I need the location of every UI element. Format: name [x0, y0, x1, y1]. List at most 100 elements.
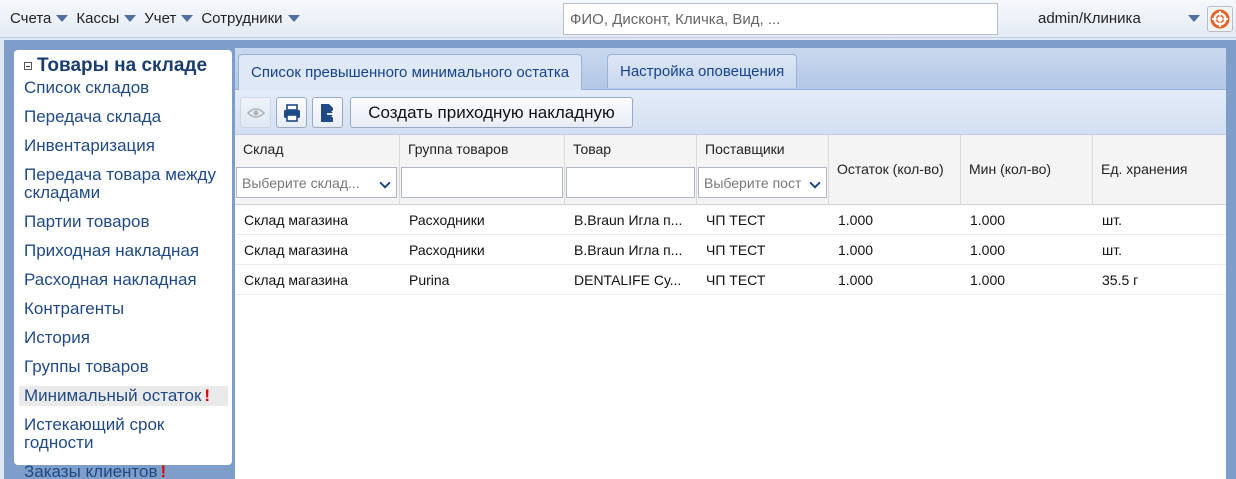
cell-min: 1.000	[970, 212, 1006, 228]
sidebar-item-label: Расходная накладная	[24, 270, 197, 289]
cell-balance: 1.000	[838, 242, 874, 258]
sidebar-item-counterparties[interactable]: Контрагенты	[14, 299, 232, 319]
view-button[interactable]	[240, 97, 271, 128]
export-button[interactable]	[312, 97, 343, 128]
printer-icon	[283, 103, 300, 122]
column-label: Поставщики	[705, 141, 785, 157]
help-button[interactable]	[1207, 6, 1233, 32]
cell-product: DENTALIFE Су...	[574, 272, 682, 288]
menu-accounting[interactable]: Учет	[144, 10, 194, 27]
sidebar-item-label: Инвентаризация	[24, 136, 155, 155]
filter-placeholder: Выберите пост	[704, 174, 802, 191]
column-min[interactable]: Мин (кол-во)	[961, 135, 1093, 205]
chevron-down-icon	[809, 177, 821, 189]
cell-unit: 35.5 г	[1102, 272, 1139, 288]
search-input[interactable]	[563, 3, 998, 35]
sidebar-item-goods-groups[interactable]: Группы товаров	[14, 357, 232, 377]
sidebar-item-label: Партии товаров	[24, 212, 150, 231]
cell-goods-group: Purina	[409, 272, 450, 288]
sidebar-item-batches[interactable]: Партии товаров	[14, 212, 232, 232]
cell-balance: 1.000	[838, 212, 874, 228]
print-button[interactable]	[276, 97, 307, 128]
cell-warehouse: Склад магазина	[244, 212, 349, 228]
sidebar-item-label: Список складов	[24, 78, 150, 97]
cell-warehouse: Склад магазина	[244, 272, 349, 288]
table-row[interactable]: Склад магазина Purina DENTALIFE Су... ЧП…	[235, 265, 1226, 295]
tab-min-stock-list[interactable]: Список превышенного минимального остатка	[238, 54, 583, 90]
column-label: Ед. хранения	[1101, 161, 1188, 177]
column-goods-group[interactable]: Группа товаров	[400, 135, 565, 205]
tab-label: Настройка оповещения	[620, 63, 785, 80]
sidebar-item-history[interactable]: История	[14, 328, 232, 348]
lifebuoy-icon	[1210, 9, 1230, 29]
sidebar-item-label: Заказы клиентов	[24, 462, 158, 479]
user-menu-chevron-icon[interactable]	[1188, 15, 1200, 22]
column-label: Остаток (кол-во)	[837, 161, 944, 177]
sidebar-item-label: Передача склада	[24, 107, 162, 126]
sidebar-item-expiring[interactable]: Истекающий срок годности	[14, 415, 232, 453]
cell-goods-group: Расходники	[409, 212, 485, 228]
sidebar-item-label: История	[24, 328, 90, 347]
user-menu[interactable]: admin/Клиника	[1038, 10, 1141, 27]
chevron-down-icon	[56, 15, 69, 22]
sidebar-item-label: Приходная накладная	[24, 241, 200, 260]
sidebar-item-inventory[interactable]: Инвентаризация	[14, 136, 232, 156]
chevron-down-icon	[287, 15, 300, 22]
tab-notification-settings[interactable]: Настройка оповещения	[607, 54, 798, 88]
cell-supplier: ЧП ТЕСТ	[706, 212, 766, 228]
cell-unit: шт.	[1102, 212, 1122, 228]
grid-header: Склад Выберите склад... Группа товаров Т…	[235, 135, 1226, 205]
sidebar-item-label: Минимальный остаток	[24, 386, 202, 405]
sidebar-item-label: Истекающий срок годности	[24, 415, 165, 452]
menu-label: Учет	[144, 10, 177, 27]
sidebar: Товары на складе Список складов Передача…	[14, 50, 232, 479]
menu-accounts[interactable]: Счета	[10, 10, 69, 27]
sidebar-item-label: Контрагенты	[24, 299, 125, 318]
cell-balance: 1.000	[838, 272, 874, 288]
chevron-down-icon	[379, 177, 391, 189]
column-product[interactable]: Товар	[565, 135, 697, 205]
sidebar-item-goods-transfer[interactable]: Передача товара между складами	[14, 165, 232, 203]
menu-cash[interactable]: Кассы	[76, 10, 137, 27]
sidebar-item-label: Передача товара между складами	[24, 165, 216, 202]
main-menu: Счета Кассы Учет Сотрудники	[10, 10, 300, 27]
eye-icon	[246, 107, 265, 118]
create-receipt-invoice-button[interactable]: Создать приходную накладную	[350, 97, 633, 128]
sidebar-item-warehouse-transfer[interactable]: Передача склада	[14, 107, 232, 127]
cell-supplier: ЧП ТЕСТ	[706, 272, 766, 288]
warehouse-filter-select[interactable]: Выберите склад...	[236, 167, 397, 198]
chevron-down-icon	[124, 15, 137, 22]
tab-strip: Список превышенного минимального остатка…	[235, 48, 1226, 90]
cell-goods-group: Расходники	[409, 242, 485, 258]
alert-badge: !	[204, 386, 211, 405]
menu-label: Сотрудники	[201, 10, 283, 27]
menu-label: Кассы	[76, 10, 120, 27]
sidebar-item-min-stock[interactable]: Минимальный остаток!	[19, 386, 228, 406]
sidebar-item-label: Группы товаров	[24, 357, 149, 376]
sidebar-item-expense-invoice[interactable]: Расходная накладная	[14, 270, 232, 290]
sidebar-item-receipt-invoice[interactable]: Приходная накладная	[14, 241, 232, 261]
table-row[interactable]: Склад магазина Расходники B.Braun Игла п…	[235, 235, 1226, 265]
menu-employees[interactable]: Сотрудники	[201, 10, 300, 27]
column-label: Группа товаров	[408, 141, 509, 157]
sidebar-item-warehouses[interactable]: Список складов	[14, 78, 232, 98]
alert-badge: !	[160, 462, 167, 479]
column-warehouse[interactable]: Склад Выберите склад...	[235, 135, 400, 205]
cell-product: B.Braun Игла п...	[574, 212, 683, 228]
collapse-icon[interactable]	[24, 62, 32, 70]
column-balance[interactable]: Остаток (кол-во)	[829, 135, 961, 205]
sidebar-title-label: Товары на складе	[37, 55, 208, 76]
sidebar-title[interactable]: Товары на складе	[24, 55, 207, 77]
cell-supplier: ЧП ТЕСТ	[706, 242, 766, 258]
supplier-filter-select[interactable]: Выберите пост	[698, 167, 827, 198]
top-bar: Счета Кассы Учет Сотрудники admin/Клиник…	[0, 0, 1236, 38]
table-row[interactable]: Склад магазина Расходники B.Braun Игла п…	[235, 205, 1226, 235]
goods-group-filter-input[interactable]	[401, 167, 563, 198]
sidebar-item-client-orders[interactable]: Заказы клиентов!	[14, 462, 232, 479]
column-label: Мин (кол-во)	[969, 161, 1052, 177]
product-filter-input[interactable]	[566, 167, 695, 198]
column-unit[interactable]: Ед. хранения	[1093, 135, 1226, 205]
column-suppliers[interactable]: Поставщики Выберите пост	[697, 135, 829, 205]
tab-label: Список превышенного минимального остатка	[251, 64, 570, 81]
cell-warehouse: Склад магазина	[244, 242, 349, 258]
